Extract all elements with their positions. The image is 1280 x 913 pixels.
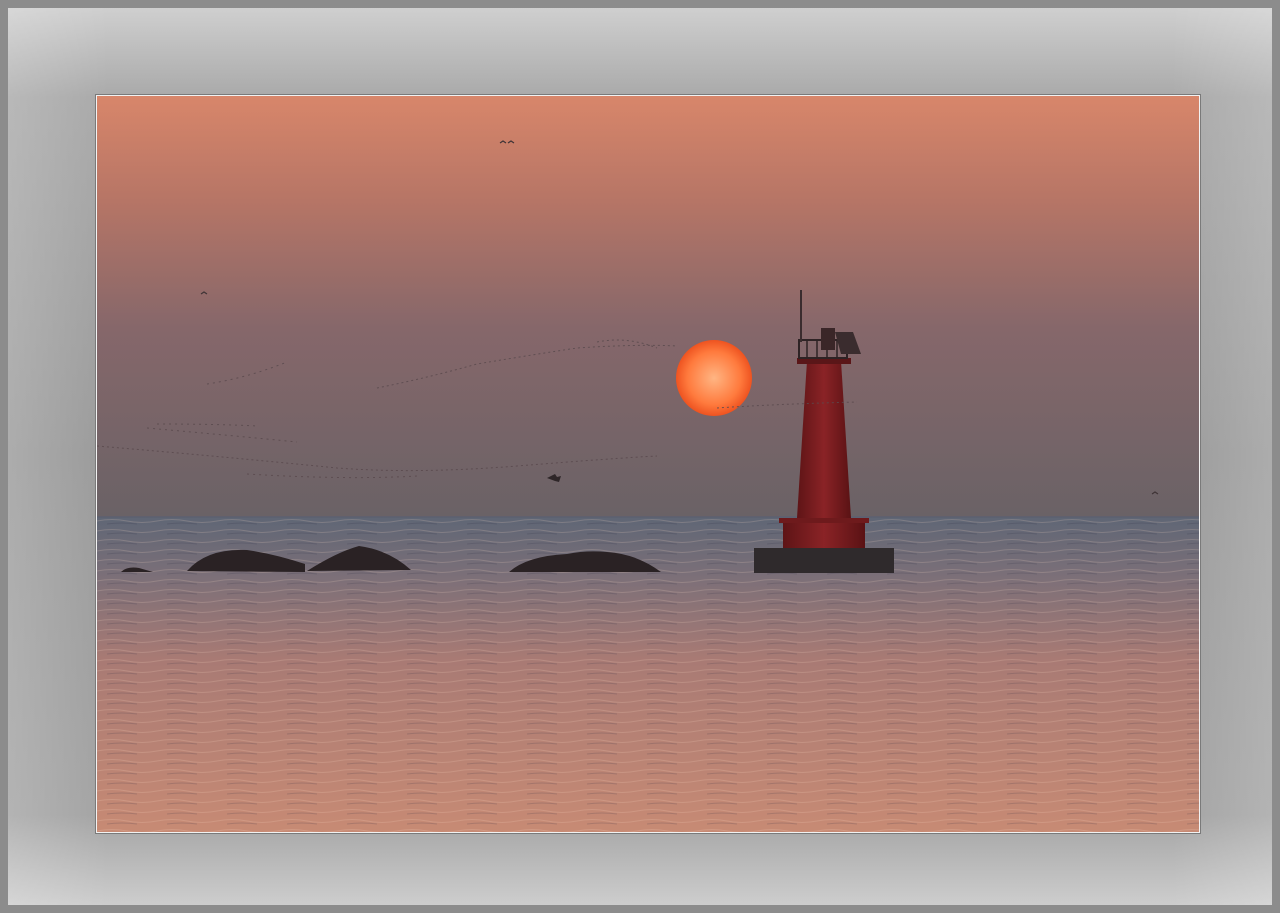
photo-frame bbox=[0, 0, 1280, 913]
sky bbox=[97, 96, 1199, 517]
photo-canvas bbox=[97, 96, 1199, 832]
sunset-photo bbox=[96, 95, 1200, 833]
sun-icon bbox=[676, 340, 752, 416]
